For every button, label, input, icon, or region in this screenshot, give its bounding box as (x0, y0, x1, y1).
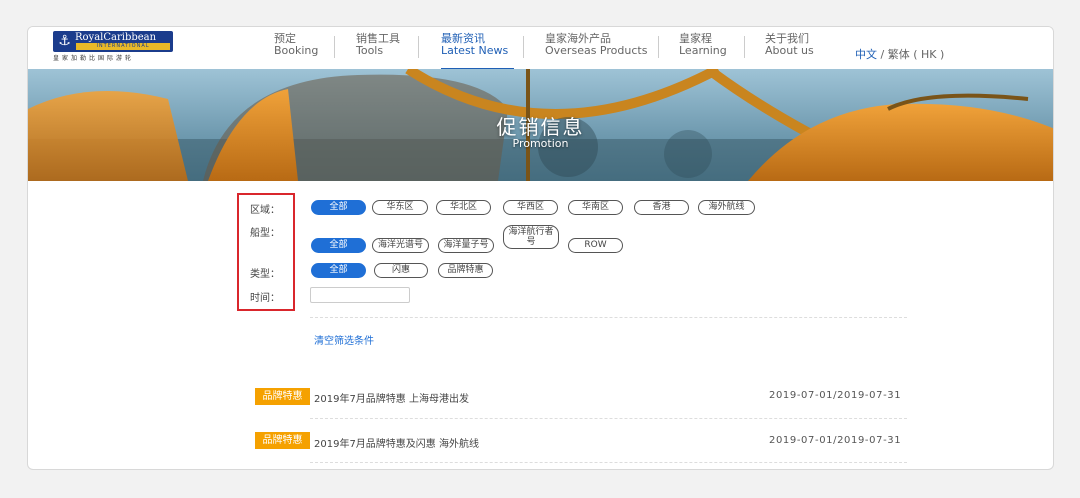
language-separator: / (877, 48, 888, 61)
row-tag-brand-deal: 品牌特惠 (255, 388, 310, 405)
banner-title: 促销信息 (496, 115, 585, 139)
ship-type-label: 船型： (250, 228, 280, 239)
top-header: ⚓ RoyalCaribbean INTERNATIONAL 皇家加勒比国际游轮… (28, 27, 1053, 70)
region-chip-west[interactable]: 华西区 (503, 200, 558, 215)
nav-latest-news[interactable]: 最新资讯 Latest News (441, 33, 515, 70)
nav-latest-news-en: Latest News (441, 44, 509, 57)
ship-chip-voyager-line1: 海洋航行者 (508, 227, 554, 237)
region-chip-all[interactable]: 全部 (311, 200, 366, 215)
logo-chinese-text: 皇家加勒比国际游轮 (53, 55, 135, 62)
nav-overseas-en: Overseas Products (545, 44, 648, 57)
type-chip-flash-deal[interactable]: 闪惠 (374, 263, 428, 278)
anchor-icon: ⚓ (58, 33, 71, 49)
language-switcher: 中文 / 繁体 ( HK ) (855, 46, 944, 62)
region-chip-south[interactable]: 华南区 (568, 200, 623, 215)
ship-chip-spectrum[interactable]: 海洋光谱号 (372, 238, 429, 253)
ship-chip-voyager[interactable]: 海洋航行者 号 (503, 225, 559, 249)
type-chip-all[interactable]: 全部 (311, 263, 366, 278)
banner-subtitle: Promotion (512, 137, 569, 150)
nav-separator (658, 36, 659, 58)
logo-box: ⚓ RoyalCaribbean INTERNATIONAL (53, 31, 173, 52)
ship-chip-row[interactable]: ROW (568, 238, 623, 253)
promotion-banner: 促销信息 Promotion (28, 69, 1053, 181)
region-chip-east[interactable]: 华东区 (372, 200, 428, 215)
promotion-date-range: 2019-07-01/2019-07-31 (769, 390, 902, 401)
promotion-title-link[interactable]: 2019年7月品牌特惠及闪惠 海外航线 (314, 435, 479, 450)
logo-brand-text: RoyalCaribbean (75, 32, 157, 43)
filter-divider (310, 317, 907, 318)
nav-about-us[interactable]: 关于我们 About us (765, 33, 814, 65)
region-label: 区域： (250, 205, 280, 216)
logo-intl-text: INTERNATIONAL (76, 43, 170, 50)
clear-filters-link[interactable]: 清空筛选条件 (314, 332, 374, 347)
type-chip-brand-deal[interactable]: 品牌特惠 (438, 263, 493, 278)
nav-learning[interactable]: 皇家程 Learning (679, 33, 727, 65)
region-chip-overseas[interactable]: 海外航线 (698, 200, 755, 215)
royal-caribbean-logo[interactable]: ⚓ RoyalCaribbean INTERNATIONAL 皇家加勒比国际游轮 (53, 31, 173, 62)
nav-booking[interactable]: 预定 Booking (274, 33, 318, 65)
nav-separator (334, 36, 335, 58)
promotion-date-range: 2019-07-01/2019-07-31 (769, 435, 902, 446)
region-chip-north[interactable]: 华北区 (436, 200, 491, 215)
nav-separator (418, 36, 419, 58)
nav-learning-en: Learning (679, 44, 727, 57)
nav-overseas-products[interactable]: 皇家海外产品 Overseas Products (545, 33, 647, 65)
row-tag-brand-deal: 品牌特惠 (255, 432, 310, 449)
nav-about-en: About us (765, 44, 814, 57)
page-frame: ⚓ RoyalCaribbean INTERNATIONAL 皇家加勒比国际游轮… (27, 26, 1054, 470)
row-divider (310, 462, 907, 463)
nav-tools[interactable]: 销售工具 Tools (356, 33, 400, 65)
nav-booking-en: Booking (274, 44, 319, 57)
ship-chip-quantum[interactable]: 海洋量子号 (438, 238, 494, 253)
ship-chip-all[interactable]: 全部 (311, 238, 366, 253)
time-label: 时间： (250, 293, 280, 304)
ship-chip-voyager-line2: 号 (526, 237, 536, 247)
language-current[interactable]: 中文 (855, 48, 877, 61)
language-traditional[interactable]: 繁体 ( HK ) (888, 48, 945, 61)
type-label: 类型： (250, 269, 280, 280)
row-divider (310, 418, 907, 419)
time-filter-input[interactable] (310, 287, 410, 303)
nav-separator (523, 36, 524, 58)
region-chip-hongkong[interactable]: 香港 (634, 200, 689, 215)
nav-separator (744, 36, 745, 58)
nav-tools-en: Tools (356, 44, 384, 57)
promotion-title-link[interactable]: 2019年7月品牌特惠 上海母港出发 (314, 390, 469, 405)
